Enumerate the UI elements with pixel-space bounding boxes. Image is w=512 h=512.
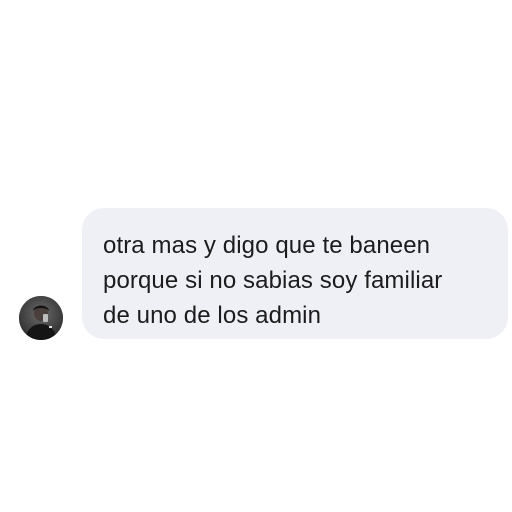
- sender-avatar[interactable]: [19, 296, 63, 340]
- message-line: de uno de los admin: [103, 302, 322, 329]
- message-line: porque si no sabias soy familiar: [103, 267, 443, 294]
- message-line: otra mas y digo que te baneen: [103, 232, 431, 259]
- message-row: otra mas y digo que te baneen porque si …: [0, 0, 512, 512]
- message-text: otra mas y digo que te baneen porque si …: [103, 228, 490, 333]
- message-bubble[interactable]: otra mas y digo que te baneen porque si …: [82, 208, 508, 339]
- user-avatar-photo-icon: [19, 296, 63, 340]
